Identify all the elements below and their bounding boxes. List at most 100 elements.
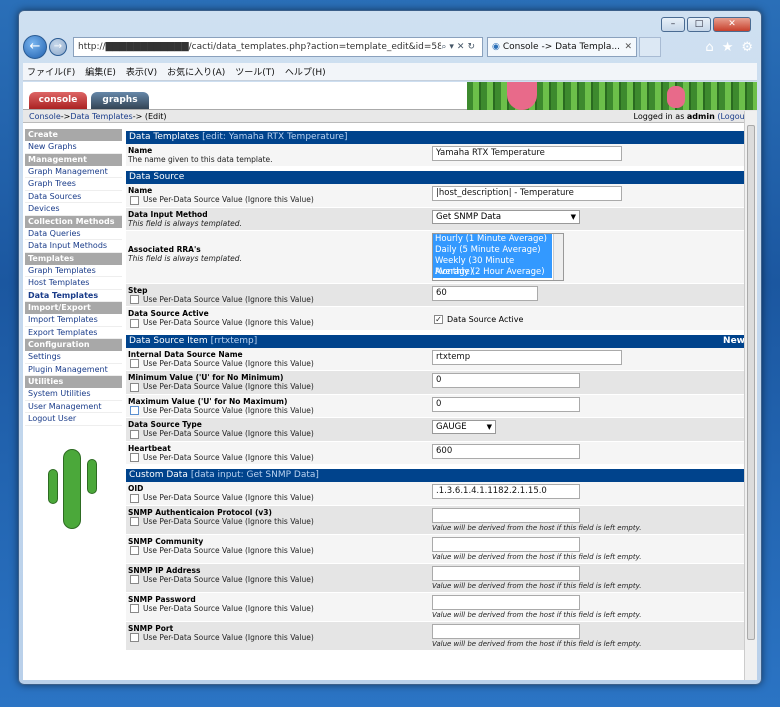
forward-button[interactable]: →: [49, 38, 67, 56]
step-input[interactable]: 60: [432, 285, 538, 301]
per-ds-label: Use Per-Data Source Value (Ignore this V…: [143, 429, 314, 438]
min-value-input[interactable]: 0: [432, 373, 580, 388]
sidebar-item[interactable]: Import Templates: [25, 314, 122, 327]
tab-close-icon[interactable]: ✕: [624, 42, 632, 52]
internal-ds-name-input[interactable]: rtxtemp: [432, 349, 622, 365]
field-hint: Value will be derived from the host if t…: [432, 523, 642, 532]
scrollbar-thumb[interactable]: [747, 125, 755, 640]
edit-form: Data Templates [edit: Yamaha RTX Tempera…: [126, 129, 749, 680]
breadcrumb-templates-link[interactable]: Data Templates: [70, 112, 132, 121]
sidebar-item[interactable]: Graph Trees: [25, 178, 122, 191]
sidebar-item[interactable]: Graph Templates: [25, 265, 122, 277]
per-ds-label: Use Per-Data Source Value (Ignore this V…: [143, 318, 314, 327]
section-subtitle: [data input: Get SNMP Data]: [190, 470, 319, 480]
per-ds-checkbox[interactable]: [130, 295, 139, 304]
form-row-snmp-ip: SNMP IP Address Use Per-Data Source Value…: [126, 563, 749, 593]
page-scrollbar[interactable]: [744, 111, 757, 680]
menu-tools[interactable]: ツール(T): [235, 65, 275, 78]
per-ds-checkbox[interactable]: [130, 453, 139, 462]
ds-name-input[interactable]: |host_description| - Temperature: [432, 186, 622, 201]
favorites-star-icon[interactable]: ★: [722, 40, 734, 55]
browser-toolbar-icons: ⌂ ★ ⚙: [705, 40, 757, 55]
close-button[interactable]: ✕: [713, 17, 751, 32]
gear-icon[interactable]: ⚙: [741, 40, 753, 55]
rra-option[interactable]: Monthly (2 Hour Average): [433, 266, 552, 278]
menu-favorites[interactable]: お気に入り(A): [167, 65, 225, 78]
minimize-button[interactable]: –: [661, 17, 685, 32]
per-ds-checkbox[interactable]: [130, 575, 139, 584]
sidebar-item[interactable]: Settings: [25, 351, 122, 364]
login-status: Logged in as admin (Logout): [634, 112, 751, 121]
per-ds-checkbox[interactable]: [130, 633, 139, 642]
input-method-select[interactable]: Get SNMP Data ▼: [432, 209, 580, 224]
listbox-scrollbar[interactable]: [553, 233, 563, 280]
breadcrumb-console-link[interactable]: Console: [29, 112, 61, 121]
per-ds-checkbox[interactable]: [130, 318, 139, 328]
new-tab-button[interactable]: [639, 37, 661, 57]
oid-input[interactable]: .1.3.6.1.4.1.1182.2.1.15.0: [432, 484, 580, 499]
per-ds-checkbox[interactable]: [130, 359, 139, 368]
sidebar-item[interactable]: Plugin Management: [25, 364, 122, 376]
per-ds-checkbox[interactable]: [130, 429, 139, 439]
input-method-value: Get SNMP Data: [436, 211, 502, 222]
chevron-down-icon: ▼: [486, 423, 492, 431]
per-ds-label: Use Per-Data Source Value (Ignore this V…: [143, 405, 314, 415]
rra-option[interactable]: Daily (5 Minute Average): [433, 244, 552, 256]
sidebar-item[interactable]: Host Templates: [25, 277, 122, 290]
field-label: Data Source Type: [128, 420, 202, 429]
sidebar-item[interactable]: System Utilities: [25, 388, 122, 401]
per-ds-checkbox[interactable]: [130, 382, 139, 392]
per-ds-checkbox[interactable]: [130, 195, 139, 205]
address-tools-icon[interactable]: ⌕▾✕↻: [441, 42, 478, 52]
snmp-auth-input[interactable]: [432, 507, 580, 523]
menu-view[interactable]: 表示(V): [126, 65, 157, 78]
snmp-ip-input[interactable]: [432, 565, 580, 581]
breadcrumb-current: -> (Edit): [132, 111, 167, 121]
snmp-password-input[interactable]: [432, 594, 580, 610]
ds-type-select[interactable]: GAUGE ▼: [432, 420, 496, 434]
sidebar-item[interactable]: New Graphs: [25, 141, 122, 154]
menu-help[interactable]: ヘルプ(H): [285, 65, 326, 78]
form-row-ds-type: Data Source Type Use Per-Data Source Valu…: [126, 418, 749, 442]
ds-active-checkbox[interactable]: [434, 315, 443, 324]
sidebar-item[interactable]: User Management: [25, 401, 122, 413]
snmp-community-input[interactable]: [432, 536, 580, 552]
form-row-ds-name: Name Use Per-Data Source Value (Ignore th…: [126, 184, 749, 208]
sidebar-item[interactable]: Data Templates: [25, 290, 122, 302]
field-label: SNMP Port: [128, 623, 174, 633]
template-name-input[interactable]: Yamaha RTX Temperature: [432, 146, 622, 161]
section-title: Data Source Item: [129, 335, 208, 346]
sidebar-item[interactable]: Data Sources: [25, 191, 122, 203]
per-ds-label: Use Per-Data Source Value (Ignore this V…: [143, 294, 314, 304]
sidebar-item[interactable]: Logout User: [25, 413, 122, 426]
snmp-port-input[interactable]: [432, 623, 580, 639]
address-bar[interactable]: http://████████████/cacti/data_templates…: [73, 37, 483, 57]
maximize-button[interactable]: □: [687, 17, 711, 32]
menu-edit[interactable]: 編集(E): [85, 65, 116, 78]
section-header-custom-data: Custom Data [data input: Get SNMP Data]: [126, 469, 749, 482]
sidebar-item[interactable]: Data Input Methods: [25, 240, 122, 253]
home-icon[interactable]: ⌂: [705, 40, 713, 55]
per-ds-checkbox[interactable]: [130, 546, 139, 555]
tab-console[interactable]: console: [29, 92, 87, 109]
field-description: This field is always templated.: [128, 218, 242, 228]
ds-active-label: Data Source Active: [447, 315, 524, 324]
tab-graphs[interactable]: graphs: [91, 92, 149, 109]
per-ds-checkbox[interactable]: [130, 493, 139, 503]
sidebar-item[interactable]: Graph Management: [25, 166, 122, 178]
rra-option[interactable]: Hourly (1 Minute Average): [433, 233, 552, 245]
menu-file[interactable]: ファイル(F): [27, 65, 75, 78]
sidebar-item[interactable]: Devices: [25, 203, 122, 216]
sidebar-item[interactable]: Data Queries: [25, 228, 122, 240]
rra-listbox[interactable]: Hourly (1 Minute Average) Daily (5 Minut…: [432, 232, 564, 281]
rra-option[interactable]: Weekly (30 Minute Average): [433, 255, 552, 277]
browser-tab[interactable]: ◉ Console -> Data Templa... ✕: [487, 37, 637, 57]
section-subtitle: [rrtxtemp]: [210, 335, 258, 346]
back-button[interactable]: ←: [23, 35, 47, 59]
per-ds-checkbox[interactable]: [130, 517, 139, 526]
heartbeat-input[interactable]: 600: [432, 443, 580, 459]
max-value-input[interactable]: 0: [432, 396, 580, 412]
sidebar-item[interactable]: Export Templates: [25, 327, 122, 339]
per-ds-checkbox[interactable]: [130, 604, 139, 613]
per-ds-checkbox[interactable]: [130, 406, 139, 415]
